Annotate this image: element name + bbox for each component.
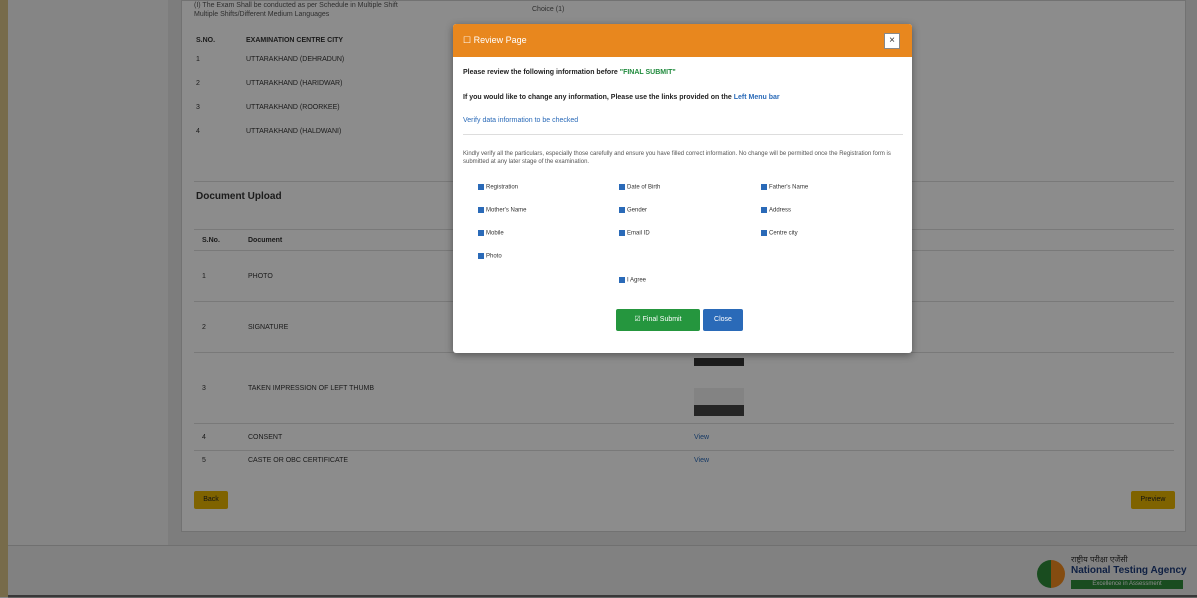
left-menu-link[interactable]: Left Menu bar [734,94,780,101]
checkbox-checked-icon [619,277,625,283]
checkbox-label: Centre city [769,230,798,237]
final-submit-button[interactable]: ☑ Final Submit [616,309,700,331]
checkbox-label: Gender [627,207,648,214]
checkbox-centre-city[interactable]: Centre city [761,230,798,237]
checkbox-photo[interactable]: Photo [478,253,502,260]
checkbox-dob[interactable]: Date of Birth [619,184,660,191]
checkbox-checked-icon [478,184,484,190]
review-instruction-text: Please review the following information … [463,69,620,76]
modal-divider [463,134,903,135]
close-button[interactable]: Close [703,309,743,331]
checkbox-email[interactable]: Email ID [619,230,650,237]
checkbox-label: I Agree [627,277,647,284]
checkbox-checked-icon [761,230,767,236]
checkbox-gender[interactable]: Gender [619,207,647,214]
checkbox-label: Photo [486,253,502,260]
modal-title-text: Review Page [473,35,527,45]
verification-note: Kindly verify all the particulars, espec… [463,151,891,165]
checkbox-label: Father's Name [769,184,809,191]
modal-title: ☐ Review Page [463,35,527,45]
checkbox-checked-icon [619,184,625,190]
checkbox-checked-icon [761,207,767,213]
verify-link[interactable]: Verify data information to be checked [463,117,578,124]
checkbox-i-agree[interactable]: I Agree [619,277,646,284]
close-x-button[interactable]: × [884,33,900,49]
checkbox-checked-icon [761,184,767,190]
checkbox-father-name[interactable]: Father's Name [761,184,808,191]
checkbox-label: Mother's Name [486,207,527,214]
final-submit-highlight: "FINAL SUBMIT" [619,69,676,76]
final-submit-label: Final Submit [642,316,682,323]
change-instruction-text: If you would like to change any informat… [463,94,734,101]
review-instruction: Please review the following information … [463,69,676,76]
checkbox-checked-icon [478,253,484,259]
checkbox-label: Address [769,207,792,214]
checkbox-label: Mobile [486,230,504,237]
checkbox-checked-icon [478,207,484,213]
checkbox-address[interactable]: Address [761,207,791,214]
change-instruction: If you would like to change any informat… [463,94,780,101]
checkbox-label: Email ID [627,230,650,237]
checkbox-mobile[interactable]: Mobile [478,230,504,237]
review-modal: ☐ Review Page × Please review the follow… [453,24,912,353]
checkbox-mother-name[interactable]: Mother's Name [478,207,527,214]
modal-header: ☐ Review Page × [453,24,912,57]
checkbox-checked-icon [619,207,625,213]
checkbox-checked-icon [619,230,625,236]
checkbox-checked-icon [478,230,484,236]
checkbox-label: Registration [486,184,519,191]
checkbox-label: Date of Birth [627,184,661,191]
checkbox-registration[interactable]: Registration [478,184,518,191]
